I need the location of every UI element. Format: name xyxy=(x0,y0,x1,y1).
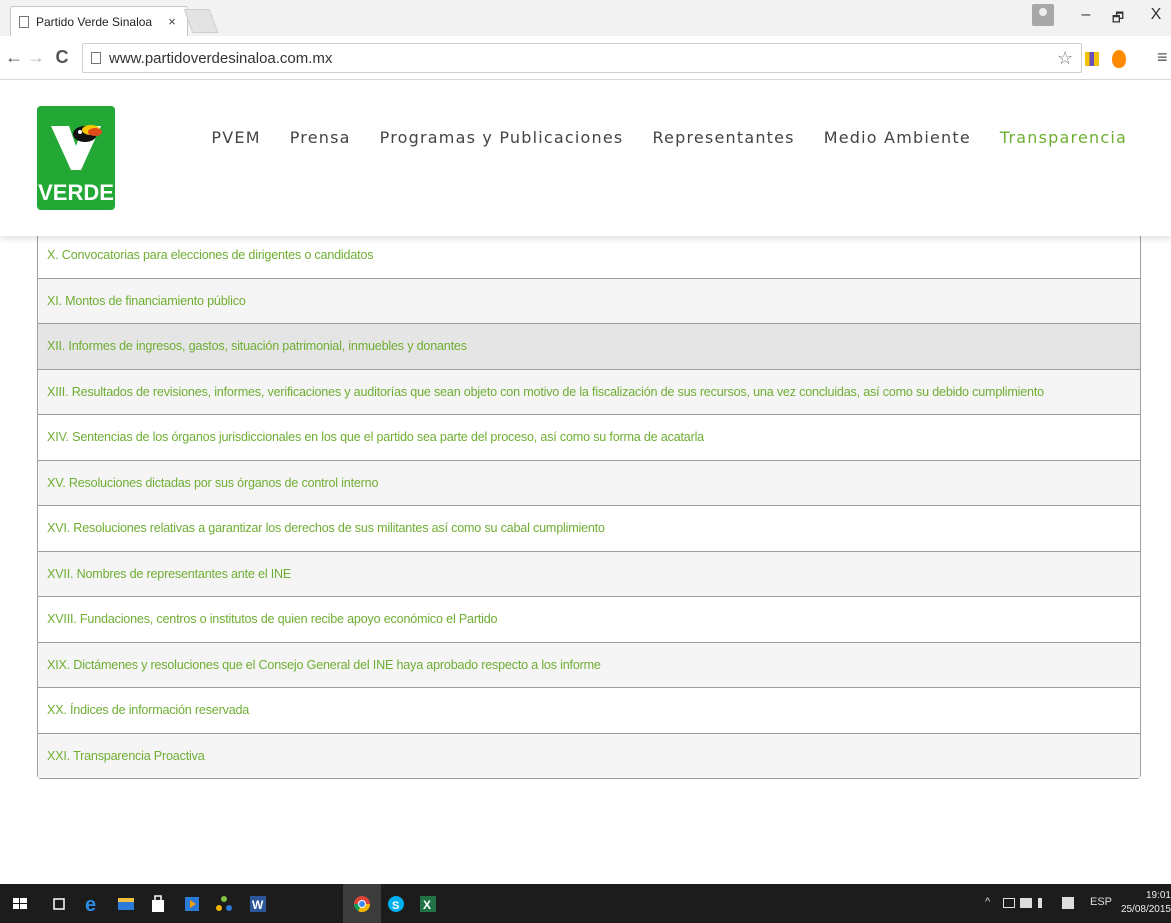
extension-icon[interactable] xyxy=(1085,52,1099,66)
list-item[interactable]: XVI. Resoluciones relativas a garantizar… xyxy=(38,505,1140,551)
list-item[interactable]: XI. Montos de financiamiento público xyxy=(38,277,1140,323)
media-player-icon[interactable] xyxy=(182,894,202,914)
list-item[interactable]: XVIII. Fundaciones, centros o institutos… xyxy=(38,596,1140,642)
language-indicator[interactable]: ESP xyxy=(1090,896,1112,908)
svg-text:X: X xyxy=(423,898,431,912)
nav-representantes[interactable]: Representantes xyxy=(652,128,794,147)
svg-text:W: W xyxy=(252,898,264,912)
list-item[interactable]: XVII. Nombres de representantes ante el … xyxy=(38,550,1140,596)
browser-tab[interactable]: Partido Verde Sinaloa × xyxy=(10,6,188,36)
close-window-button[interactable]: X xyxy=(1142,6,1170,24)
main-nav: PVEM Prensa Programas y Publicaciones Re… xyxy=(182,128,1127,147)
list-item[interactable]: XXI. Transparencia Proactiva xyxy=(38,732,1140,778)
list-item[interactable]: XIII. Resultados de revisiones, informes… xyxy=(38,368,1140,414)
browser-menu-icon[interactable]: ≡ xyxy=(1157,47,1168,68)
chrome-icon[interactable] xyxy=(352,894,372,914)
list-item[interactable]: XIX. Dictámenes y resoluciones que el Co… xyxy=(38,641,1140,687)
list-item[interactable]: XX. Índices de información reservada xyxy=(38,687,1140,733)
url-text: www.partidoverdesinaloa.com.mx xyxy=(109,49,333,67)
tab-close-icon[interactable]: × xyxy=(165,14,179,29)
forward-button[interactable]: → xyxy=(26,48,46,66)
list-item-link[interactable]: XXI. Transparencia Proactiva xyxy=(47,749,205,763)
reload-button[interactable]: C xyxy=(52,48,72,66)
tab-title: Partido Verde Sinaloa xyxy=(36,14,153,29)
list-item-link[interactable]: XVI. Resoluciones relativas a garantizar… xyxy=(47,521,605,535)
logo-text: VERDE xyxy=(38,180,114,205)
list-item-link[interactable]: XI. Montos de financiamiento público xyxy=(47,294,246,308)
nav-programas[interactable]: Programas y Publicaciones xyxy=(380,128,624,147)
file-explorer-icon[interactable] xyxy=(116,894,136,914)
list-item[interactable]: XV. Resoluciones dictadas por sus órgano… xyxy=(38,459,1140,505)
browser-tabstrip: Partido Verde Sinaloa × – 🗗 X xyxy=(0,0,1171,36)
list-item-link[interactable]: XVII. Nombres de representantes ante el … xyxy=(47,567,291,581)
nav-transparencia[interactable]: Transparencia xyxy=(1000,128,1127,147)
list-item-link[interactable]: XX. Índices de información reservada xyxy=(47,703,249,717)
list-item-link[interactable]: XII. Informes de ingresos, gastos, situa… xyxy=(47,339,467,353)
notification-icon[interactable] xyxy=(1062,897,1074,909)
extension-flame-icon[interactable] xyxy=(1112,50,1126,68)
clock-time: 19:01 xyxy=(1145,890,1171,901)
back-button[interactable]: ← xyxy=(4,48,24,66)
address-bar[interactable]: www.partidoverdesinaloa.com.mx xyxy=(82,43,1082,73)
bookmark-star-icon[interactable]: ☆ xyxy=(1057,48,1073,69)
toucan-logo-icon xyxy=(51,125,102,170)
profile-icon[interactable] xyxy=(1032,4,1054,26)
excel-icon[interactable]: X xyxy=(418,894,438,914)
list-item-link[interactable]: XV. Resoluciones dictadas por sus órgano… xyxy=(47,476,378,490)
nav-pvem[interactable]: PVEM xyxy=(211,128,260,147)
minimize-button[interactable]: – xyxy=(1072,6,1100,24)
pen-icon[interactable] xyxy=(1003,898,1015,908)
network-icon[interactable] xyxy=(1020,898,1032,908)
store-icon[interactable] xyxy=(148,894,168,914)
transparency-list: X. Convocatorias para elecciones de diri… xyxy=(37,232,1141,779)
page-icon xyxy=(91,52,101,64)
nav-medio-ambiente[interactable]: Medio Ambiente xyxy=(824,128,971,147)
windows-taskbar: e W S X ^ ESP 19:01 25/08/2015 xyxy=(0,884,1171,923)
list-item[interactable]: XII. Informes de ingresos, gastos, situa… xyxy=(38,323,1140,369)
list-item-link[interactable]: XIV. Sentencias de los órganos jurisdicc… xyxy=(47,430,704,444)
edge-browser-icon[interactable]: e xyxy=(82,894,102,914)
list-item[interactable]: XIV. Sentencias de los órganos jurisdicc… xyxy=(38,414,1140,460)
site-logo[interactable]: VERDE xyxy=(37,106,115,210)
browser-toolbar: ← → C www.partidoverdesinaloa.com.mx xyxy=(0,36,1171,80)
windows-start-icon[interactable] xyxy=(10,894,30,914)
task-view-icon[interactable] xyxy=(50,894,70,914)
list-item-link[interactable]: X. Convocatorias para elecciones de diri… xyxy=(47,248,374,262)
site-header: VERDE PVEM Prensa Programas y Publicacio… xyxy=(0,80,1171,236)
svg-text:e: e xyxy=(85,894,96,914)
list-item-link[interactable]: XVIII. Fundaciones, centros o institutos… xyxy=(47,612,498,626)
network-app-icon[interactable] xyxy=(214,894,234,914)
list-item[interactable]: X. Convocatorias para elecciones de diri… xyxy=(38,232,1140,278)
clock[interactable]: 19:01 25/08/2015 xyxy=(1120,889,1171,917)
clock-date: 25/08/2015 xyxy=(1120,904,1171,915)
volume-icon[interactable] xyxy=(1038,898,1048,908)
maximize-button[interactable]: 🗗 xyxy=(1104,9,1132,31)
list-item-link[interactable]: XIX. Dictámenes y resoluciones que el Co… xyxy=(47,658,601,672)
page-icon xyxy=(19,15,29,28)
nav-prensa[interactable]: Prensa xyxy=(290,128,351,147)
list-item-link[interactable]: XIII. Resultados de revisiones, informes… xyxy=(47,385,1044,399)
word-icon[interactable]: W xyxy=(248,894,268,914)
new-tab-button[interactable] xyxy=(183,9,219,33)
skype-icon[interactable]: S xyxy=(386,894,406,914)
svg-text:S: S xyxy=(392,900,399,912)
tray-chevron-icon[interactable]: ^ xyxy=(985,896,990,908)
